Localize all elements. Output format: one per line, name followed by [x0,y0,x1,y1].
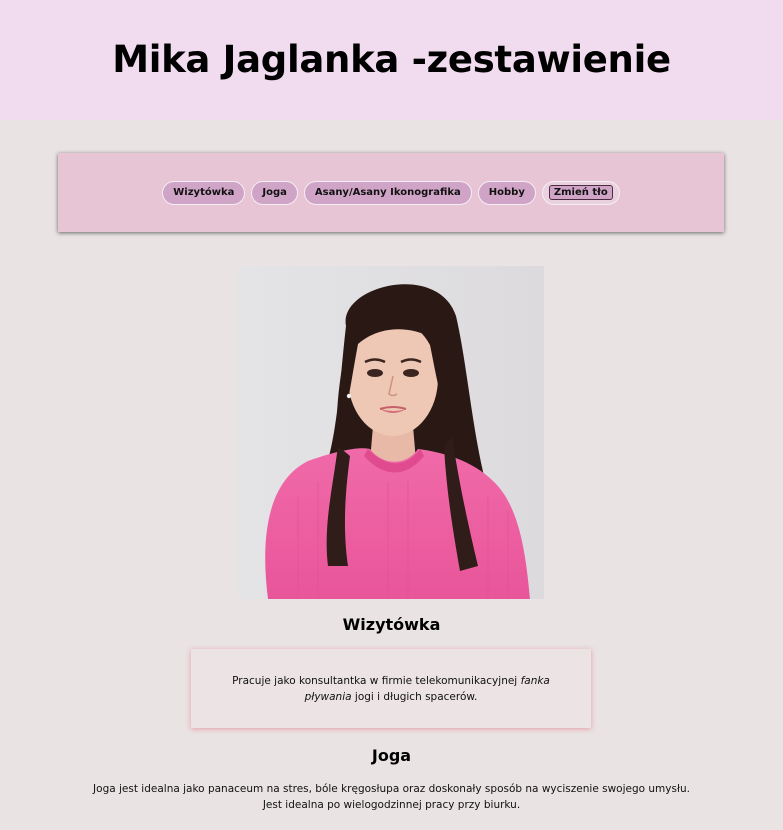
profile-photo [238,266,544,599]
page-header: Mika Jaglanka -zestawienie [0,0,783,120]
nav-button-joga[interactable]: Joga [251,180,298,205]
wizytowka-text-part: jogi i długich spacerów. [351,690,478,703]
wizytowka-text-part: Pracuje jako konsultantka w firmie telek… [232,674,521,687]
change-background-button[interactable]: Zmień tło [541,180,620,205]
joga-paragraph: Joga jest idealna jako panaceum na stres… [0,781,783,813]
navigation-bar: Wizytówka Joga Asany/Asany Ikonografika … [58,153,724,232]
wizytowka-card: Pracuje jako konsultantka w firmie telek… [191,649,591,728]
wizytowka-text: Pracuje jako konsultantka w firmie telek… [211,673,571,705]
section-title-joga: Joga [371,746,412,765]
nav-button-hobby[interactable]: Hobby [477,180,536,205]
section-title-wizytowka: Wizytówka [342,615,441,634]
joga-line-1: Joga jest idealna jako panaceum na stres… [93,783,690,795]
page-title: Mika Jaglanka -zestawienie [112,37,671,81]
joga-line-2: Jest idealna po wielogodzinnej pracy prz… [262,799,521,811]
nav-button-wizytowka[interactable]: Wizytówka [162,180,246,205]
change-background-label: Zmień tło [548,185,613,200]
nav-button-asany[interactable]: Asany/Asany Ikonografika [303,180,472,205]
